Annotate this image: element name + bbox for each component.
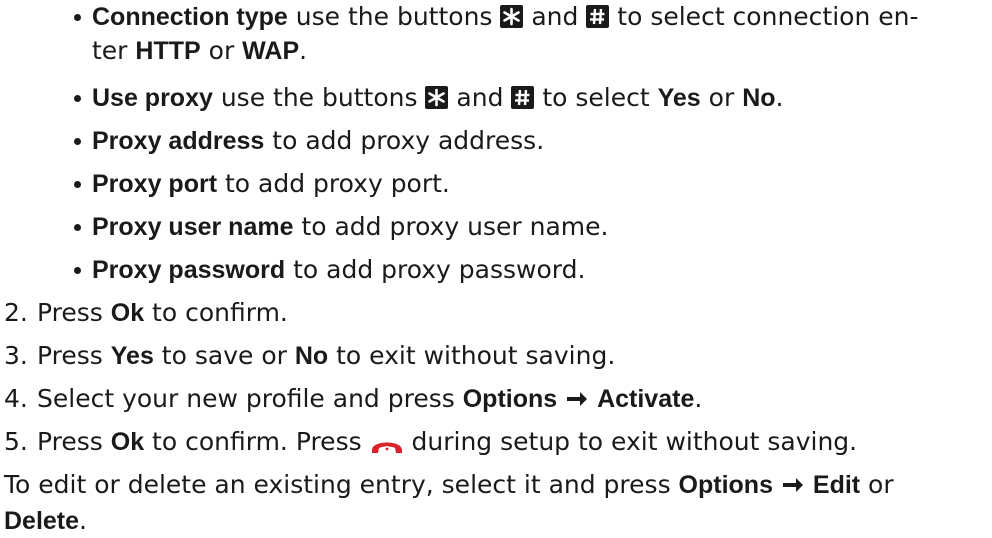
- star-key-icon: [425, 86, 449, 109]
- hash-key-icon: [511, 86, 535, 109]
- term-ok: Ok: [110, 299, 145, 327]
- term-no: No: [742, 84, 776, 112]
- term-activate: Activate: [597, 385, 695, 413]
- term-no: No: [294, 342, 329, 370]
- term-proxy-port: Proxy port: [92, 170, 218, 198]
- manual-page: Connection type use the buttons and to s…: [0, 0, 992, 535]
- step-number: 4.: [4, 384, 28, 413]
- step-3: 3. Press Yes to save or No to exit withou…: [4, 339, 984, 373]
- term-delete: Delete: [4, 507, 80, 535]
- star-key-icon: [500, 5, 524, 28]
- step-number: 3.: [4, 341, 28, 370]
- bullet-dot: [74, 267, 81, 274]
- right-arrow-icon: [781, 470, 805, 504]
- term-use-proxy: Use proxy: [92, 84, 213, 112]
- bullet-dot: [74, 138, 81, 145]
- step-number: 2.: [4, 298, 28, 327]
- term-proxy-password: Proxy password: [92, 256, 286, 284]
- hash-key-icon: [586, 5, 610, 28]
- term-wap: WAP: [242, 37, 300, 65]
- step-number: 5.: [4, 427, 28, 456]
- step-2: 2. Press Ok to confirm.: [4, 296, 984, 330]
- term-http: HTTP: [135, 37, 201, 65]
- term-proxy-address: Proxy address: [92, 127, 265, 155]
- bullet-dot: [74, 95, 81, 102]
- term-options: Options: [462, 385, 558, 413]
- term-proxy-user-name: Proxy user name: [92, 213, 294, 241]
- term-yes: Yes: [110, 342, 154, 370]
- term-edit: Edit: [812, 471, 861, 499]
- bullet-dot: [74, 224, 81, 231]
- bullet-dot: [74, 181, 81, 188]
- term-ok: Ok: [110, 428, 145, 456]
- term-options: Options: [678, 471, 773, 499]
- step-4: 4. Select your new profile and press Opti…: [4, 382, 984, 418]
- term-connection-type: Connection type: [92, 3, 288, 31]
- closing-paragraph: To edit or delete an existing entry, sel…: [4, 470, 894, 535]
- right-arrow-icon: [565, 384, 589, 418]
- term-yes: Yes: [657, 84, 701, 112]
- end-call-icon: [370, 431, 404, 465]
- bullet-dot: [74, 14, 81, 21]
- step-5: 5. Press Ok to confirm. Press during setu…: [4, 425, 984, 465]
